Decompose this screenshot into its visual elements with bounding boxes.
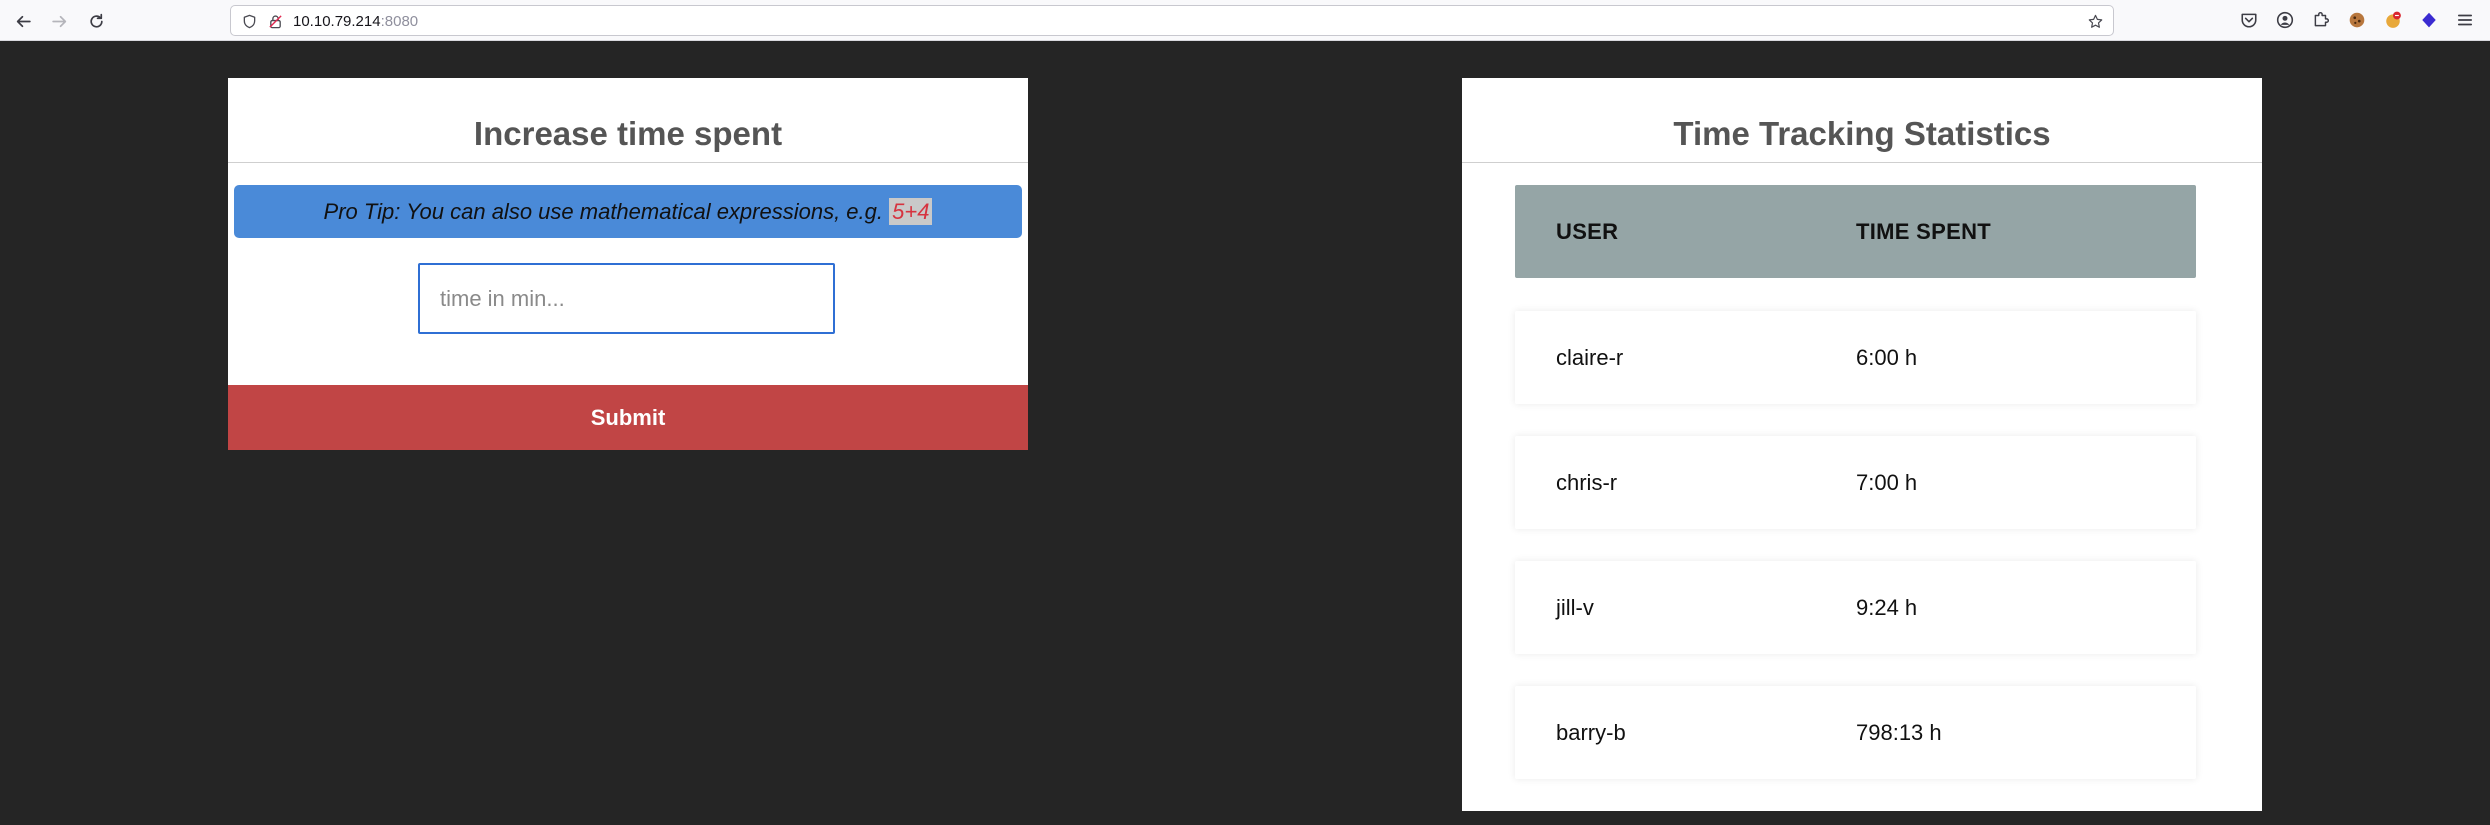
browser-toolbar: 10.10.79.214:8080 (0, 0, 2490, 41)
reload-icon[interactable] (81, 6, 111, 36)
time-cell: 9:24 h (1856, 595, 1918, 620)
pro-tip-example: 5+4 (889, 198, 933, 225)
url-port: :8080 (380, 13, 419, 30)
back-arrow-icon[interactable] (8, 6, 38, 36)
column-header-time-spent: TIME SPENT (1856, 219, 1992, 244)
statistics-card: Time Tracking Statistics USER TIME SPENT… (1462, 78, 2262, 811)
account-icon[interactable] (2274, 9, 2296, 31)
user-cell: jill-v (1556, 595, 1594, 620)
bookmark-star-icon[interactable] (2086, 12, 2104, 30)
extension-badge-icon[interactable] (2382, 9, 2404, 31)
shield-icon[interactable] (240, 12, 258, 30)
user-cell: barry-b (1556, 720, 1626, 745)
time-cell: 6:00 h (1856, 345, 1918, 370)
pro-tip-banner: Pro Tip: You can also use mathematical e… (234, 185, 1022, 238)
column-header-user: USER (1556, 219, 1619, 244)
extensions-icon[interactable] (2310, 9, 2332, 31)
increase-time-card: Increase time spent Pro Tip: You can als… (228, 78, 1028, 450)
title-divider (1462, 162, 2262, 163)
user-cell: claire-r (1556, 345, 1624, 370)
time-cell: 798:13 h (1856, 720, 1942, 745)
title-divider (228, 162, 1028, 163)
extension-purple-icon[interactable] (2418, 9, 2440, 31)
table-row: jill-v 9:24 h (1515, 561, 2196, 654)
forward-arrow-icon[interactable] (44, 6, 74, 36)
table-header: USER TIME SPENT (1515, 185, 2196, 278)
time-input[interactable] (418, 263, 835, 334)
statistics-title: Time Tracking Statistics (1673, 115, 2051, 152)
table-row: chris-r 7:00 h (1515, 436, 2196, 529)
url-bar[interactable]: 10.10.79.214:8080 (230, 5, 2114, 36)
url-text: 10.10.79.214:8080 (293, 13, 418, 30)
cookie-extension-icon[interactable] (2346, 9, 2368, 31)
url-host: 10.10.79.214 (293, 13, 381, 30)
pro-tip-text: Pro Tip: You can also use mathematical e… (323, 199, 890, 224)
time-cell: 7:00 h (1856, 470, 1918, 495)
increase-time-title: Increase time spent (473, 115, 783, 152)
submit-button[interactable]: Submit (228, 385, 1028, 450)
menu-icon[interactable] (2454, 9, 2476, 31)
user-cell: chris-r (1556, 470, 1618, 495)
pocket-icon[interactable] (2238, 9, 2260, 31)
table-row: claire-r 6:00 h (1515, 311, 2196, 404)
table-row: barry-b 798:13 h (1515, 686, 2196, 779)
lock-icon[interactable] (266, 12, 284, 30)
